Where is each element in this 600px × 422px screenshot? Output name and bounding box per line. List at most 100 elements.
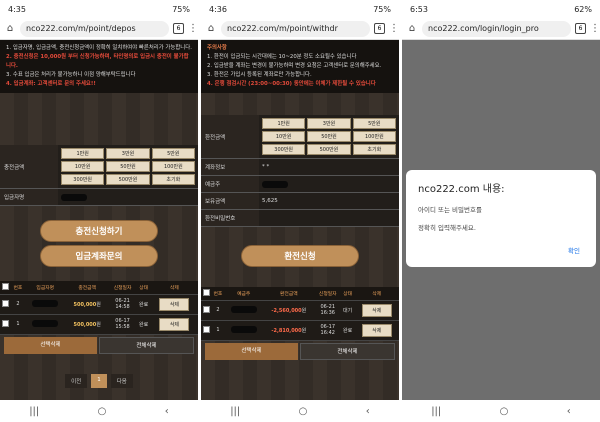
- col-header: 환전금액: [263, 287, 315, 301]
- delete-button[interactable]: 삭제: [159, 317, 190, 331]
- delete-all-button[interactable]: 전체삭제: [99, 336, 194, 354]
- next-page-button[interactable]: 다음: [110, 373, 133, 388]
- notice-line: 2. 입금받을 계좌는 변경이 불가능하며 변경 요청은 고객센터로 문의해주세…: [207, 63, 382, 69]
- chip-button[interactable]: 100만원: [352, 131, 396, 142]
- chip-button[interactable]: 50만원: [307, 131, 351, 142]
- chip-button[interactable]: 1만원: [61, 148, 105, 159]
- select-delete-button[interactable]: 선택삭제: [4, 336, 97, 354]
- amount-chips: 1만원 3만원 5만원 10만원 50만원 100만원 300만원 500만원 …: [262, 118, 396, 155]
- depositor-name: [32, 319, 59, 327]
- chip-button[interactable]: 100만원: [151, 161, 195, 172]
- tabs-icon[interactable]: 6: [575, 23, 586, 34]
- system-nav-bar: ||| ○ ‹: [402, 400, 600, 422]
- back-icon[interactable]: ‹: [165, 406, 169, 417]
- status-time: 6:53: [410, 4, 428, 14]
- home-icon[interactable]: ⌂: [406, 23, 418, 34]
- row-checkbox[interactable]: [202, 305, 210, 313]
- system-nav-bar: ||| ○ ‹: [201, 400, 399, 422]
- depositor-field[interactable]: [61, 193, 87, 201]
- chip-button[interactable]: 50만원: [106, 161, 150, 172]
- url-bar[interactable]: nco222.com/login/login_pro: [422, 20, 571, 37]
- home-button-icon[interactable]: ○: [500, 406, 509, 417]
- back-icon[interactable]: ‹: [366, 406, 370, 417]
- tabs-icon[interactable]: 6: [173, 23, 184, 34]
- holder-row: 예금주: [201, 176, 399, 193]
- status-battery: 75%: [172, 4, 190, 14]
- bulk-actions: 선택삭제 전체삭제: [201, 341, 399, 362]
- home-button-icon[interactable]: ○: [98, 406, 107, 417]
- col-header: 입금자명: [24, 281, 66, 295]
- page-button[interactable]: 1: [91, 373, 107, 388]
- url-bar[interactable]: nco222.com/m/point/withdr: [221, 20, 370, 37]
- balance-row: 보유금액 5,625: [201, 193, 399, 210]
- phone-withdraw: 4:36 75% ⌂ nco222.com/m/point/withdr 6 ⋮…: [201, 0, 399, 422]
- back-icon[interactable]: ‹: [567, 406, 571, 417]
- phone-deposit: 4:35 75% ⌂ nco222.com/m/point/depos 6 ⋮ …: [0, 0, 198, 422]
- amount-row: 환전금액 1만원 3만원 5만원 10만원 50만원 100만원 300만원 5…: [201, 115, 399, 159]
- reset-button[interactable]: 초기화: [151, 174, 195, 185]
- delete-button[interactable]: 삭제: [159, 297, 190, 311]
- select-delete-button[interactable]: 선택삭제: [205, 342, 298, 360]
- home-icon[interactable]: ⌂: [4, 23, 16, 34]
- tabs-icon[interactable]: 6: [374, 23, 385, 34]
- recent-apps-icon[interactable]: |||: [431, 406, 441, 417]
- recent-apps-icon[interactable]: |||: [29, 406, 39, 417]
- url-bar[interactable]: nco222.com/m/point/depos: [20, 20, 169, 37]
- depositor-label: 입금자명: [0, 189, 58, 205]
- chip-button[interactable]: 10만원: [262, 131, 306, 142]
- chip-button[interactable]: 5만원: [151, 148, 195, 159]
- phone-login-alert: 6:53 62% ⌂ nco222.com/login/login_pro 6 …: [402, 0, 600, 422]
- more-menu-icon[interactable]: ⋮: [188, 23, 198, 34]
- table-row: 1 500,000원 06-17 15:58 완료 삭제: [0, 314, 198, 335]
- deposit-submit-button[interactable]: 충전신청하기: [40, 220, 158, 242]
- chip-button[interactable]: 5만원: [352, 118, 396, 129]
- col-header: 삭제: [354, 287, 399, 301]
- row-checkbox[interactable]: [1, 299, 9, 307]
- status-bar: 4:35 75%: [0, 0, 198, 18]
- delete-button[interactable]: 삭제: [361, 303, 392, 317]
- chip-button[interactable]: 300만원: [61, 174, 105, 185]
- amount-label: 충전금액: [0, 145, 58, 188]
- table-row: 2 500,000원 06-21 14:58 완료 삭제: [0, 294, 198, 315]
- chip-button[interactable]: 10만원: [61, 161, 105, 172]
- account-inquiry-button[interactable]: 입금계좌문의: [40, 245, 158, 267]
- delete-all-button[interactable]: 전체삭제: [300, 342, 395, 360]
- home-icon[interactable]: ⌂: [205, 23, 217, 34]
- row-checkbox[interactable]: [202, 325, 210, 333]
- password-row: 환전비밀번호: [201, 210, 399, 227]
- status-battery: 62%: [574, 4, 592, 14]
- withdraw-history-table: 번호 예금주 환전금액 신청일자 상태 삭제 2 -2,560,000원 06-…: [201, 287, 399, 341]
- amount-chips: 1만원 3만원 5만원 10만원 50만원 100만원 300만원 500만원 …: [61, 148, 195, 185]
- select-all-checkbox[interactable]: [1, 282, 9, 290]
- recent-apps-icon[interactable]: |||: [230, 406, 240, 417]
- chip-button[interactable]: 500만원: [106, 174, 150, 185]
- password-label: 환전비밀번호: [201, 210, 259, 226]
- table-row: 2 -2,560,000원 06-21 16:36 대기 삭제: [201, 300, 399, 321]
- select-all-checkbox[interactable]: [202, 288, 210, 296]
- account-label: 계좌정보: [201, 159, 259, 175]
- chip-button[interactable]: 500만원: [307, 144, 351, 155]
- dialog-ok-button[interactable]: 확인: [568, 245, 580, 255]
- withdraw-submit-button[interactable]: 환전신청: [241, 245, 359, 267]
- deposit-page: 1. 입금자명, 입금금액, 충전신청금액이 정확히 일치하여야 빠른처리가 가…: [0, 40, 198, 400]
- dialog-message: 정확히 입력해주세요.: [418, 224, 476, 232]
- more-menu-icon[interactable]: ⋮: [389, 23, 399, 34]
- more-menu-icon[interactable]: ⋮: [590, 23, 600, 34]
- dialog-message: 아이디 또는 비밀번호를: [418, 206, 482, 214]
- col-header: 상태: [340, 287, 355, 301]
- status-bar: 4:36 75%: [201, 0, 399, 18]
- home-button-icon[interactable]: ○: [299, 406, 308, 417]
- chip-button[interactable]: 300만원: [262, 144, 306, 155]
- alert-dialog: nco222.com 내용: 아이디 또는 비밀번호를 정확히 입력해주세요. …: [406, 170, 596, 267]
- notice-line: 3. 환전은 가입시 등록된 계좌로만 가능합니다.: [207, 72, 312, 78]
- reset-button[interactable]: 초기화: [352, 144, 396, 155]
- password-field[interactable]: [259, 210, 399, 226]
- row-checkbox[interactable]: [1, 319, 9, 327]
- prev-page-button[interactable]: 이전: [65, 373, 88, 388]
- balance-label: 보유금액: [201, 193, 259, 209]
- chip-button[interactable]: 1만원: [262, 118, 306, 129]
- chip-button[interactable]: 3만원: [106, 148, 150, 159]
- col-header: 충전금액: [65, 281, 109, 295]
- chip-button[interactable]: 3만원: [307, 118, 351, 129]
- delete-button[interactable]: 삭제: [361, 323, 392, 337]
